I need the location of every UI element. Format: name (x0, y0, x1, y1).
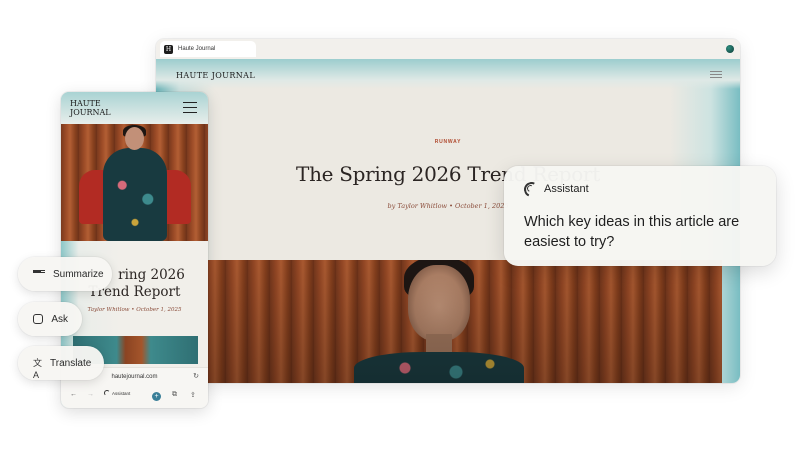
mobile-toolbar: ← → Assistant + ⧉ ⇪ (61, 385, 208, 408)
mobile-site-logo[interactable]: HAUTE JOURNAL (70, 99, 140, 117)
reload-icon[interactable]: ↻ (193, 372, 199, 380)
browser-tab[interactable]: H Haute Journal (160, 41, 256, 57)
mobile-url-text: hautejournal.com (111, 373, 158, 380)
mobile-assistant-button[interactable]: Assistant (104, 390, 130, 396)
assistant-card[interactable]: Assistant Which key ideas in this articl… (504, 166, 776, 266)
mobile-article-byline: Taylor Whitlow • October 1, 2025 (87, 307, 182, 313)
assistant-logo-icon (104, 390, 110, 396)
logo-line: HAUTE (70, 99, 101, 108)
summarize-icon (33, 269, 45, 279)
profile-avatar[interactable] (726, 45, 734, 53)
assistant-question: Which key ideas in this article are easi… (524, 214, 740, 250)
translate-button[interactable]: 文A Translate (18, 346, 104, 380)
tab-bar: H Haute Journal (156, 39, 740, 59)
tab-title: Haute Journal (178, 46, 216, 52)
assistant-header: Assistant (524, 182, 589, 195)
mobile-assistant-label: Assistant (112, 390, 131, 396)
article-category[interactable]: RUNWAY (156, 139, 740, 145)
tabs-icon[interactable]: ⧉ (172, 391, 177, 399)
summarize-label: Summarize (53, 268, 104, 280)
translate-icon: 文A (33, 358, 43, 380)
mobile-site-header: HAUTE JOURNAL (61, 92, 208, 124)
menu-icon[interactable] (710, 71, 722, 78)
assistant-logo-icon (524, 182, 537, 195)
stage: H Haute Journal HAUTE JOURNAL RUNWAY The… (0, 0, 800, 450)
back-icon[interactable]: ← (70, 391, 77, 398)
logo-line: JOURNAL (70, 108, 111, 117)
mobile-hero-image (61, 124, 208, 241)
site-favicon-icon: H (164, 44, 173, 54)
forward-icon[interactable]: → (87, 391, 94, 398)
chat-bubble-icon (33, 314, 44, 324)
assistant-label: Assistant (544, 182, 589, 195)
article-hero-image (204, 260, 722, 383)
plus-icon[interactable]: + (152, 392, 161, 401)
summarize-button[interactable]: Summarize (18, 257, 112, 291)
ask-label: Ask (51, 313, 68, 325)
site-header: HAUTE JOURNAL (156, 59, 740, 89)
ask-button[interactable]: Ask (18, 302, 82, 336)
translate-label: Translate (50, 357, 92, 369)
site-logo[interactable]: HAUTE JOURNAL (176, 71, 255, 80)
mobile-menu-icon[interactable] (183, 102, 197, 113)
share-icon[interactable]: ⇪ (190, 391, 196, 399)
